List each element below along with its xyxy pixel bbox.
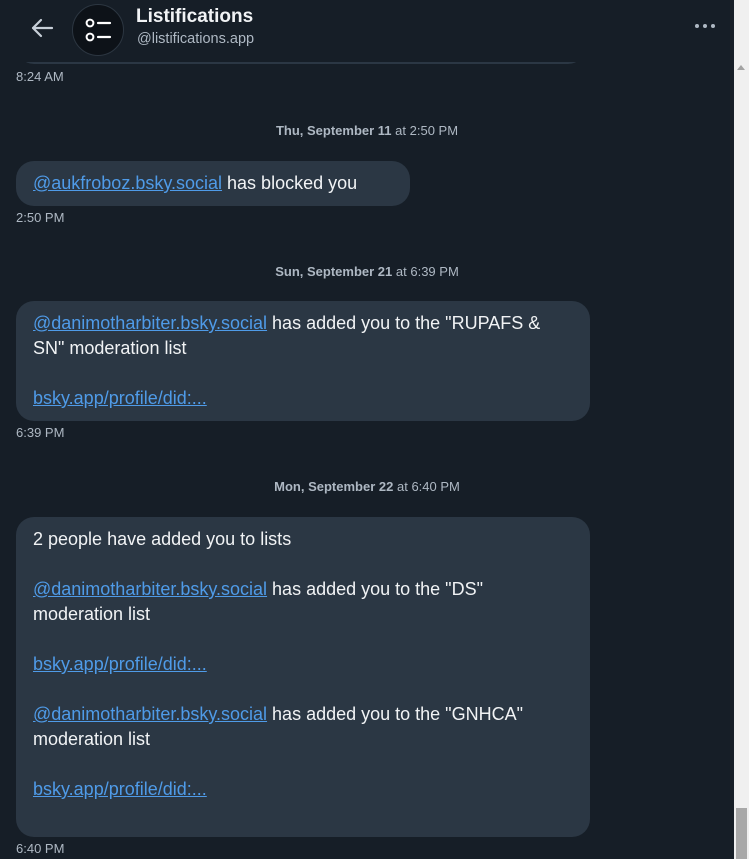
more-options-button[interactable] (692, 18, 718, 34)
message-timestamp: 6:39 PM (16, 425, 65, 440)
divider-date: Sun, September 21 (275, 264, 393, 279)
message-body: @danimotharbiter.bsky.social has added y… (33, 311, 573, 361)
message-intro: 2 people have added you to lists (33, 529, 292, 549)
message-timestamp: 2:50 PM (16, 210, 65, 225)
user-mention-link[interactable]: @aukfroboz.bsky.social (33, 173, 222, 193)
divider-connector: at (395, 264, 407, 279)
scrollbar-thumb[interactable] (736, 808, 747, 859)
divider-date: Thu, September 11 (275, 123, 392, 138)
divider-time: 6:40 PM (411, 479, 460, 494)
back-button[interactable] (28, 15, 56, 41)
divider-time: 6:39 PM (410, 264, 459, 279)
scroll-up-arrow-icon[interactable] (737, 65, 745, 70)
list-icon (85, 18, 112, 42)
message-timestamp: 6:40 PM (16, 841, 65, 856)
divider-connector: at (396, 479, 408, 494)
divider-connector: at (395, 123, 406, 138)
divider-time: 2:50 PM (409, 123, 459, 138)
message-bubble: @danimotharbiter.bsky.social has added y… (16, 301, 590, 421)
avatar[interactable] (72, 4, 124, 56)
ellipsis-icon (695, 24, 715, 28)
arrow-left-icon (31, 18, 54, 38)
chat-handle: @listifications.app (137, 31, 255, 47)
scrollbar[interactable] (734, 0, 749, 859)
profile-link[interactable]: bsky.app/profile/did:... (33, 779, 207, 799)
message-bubble: @aukfroboz.bsky.social has blocked you (16, 161, 410, 206)
message-timestamp: 8:24 AM (16, 69, 64, 84)
user-mention-link[interactable]: @danimotharbiter.bsky.social (33, 579, 267, 599)
date-divider: Thu, September 11 at 2:50 PM (16, 123, 718, 138)
list-entry: @danimotharbiter.bsky.social has added y… (33, 577, 573, 627)
message-bubble: 2 people have added you to lists @danimo… (16, 517, 590, 837)
user-mention-link[interactable]: @danimotharbiter.bsky.social (33, 313, 267, 333)
user-mention-link[interactable]: @danimotharbiter.bsky.social (33, 704, 267, 724)
date-divider: Sun, September 21 at 6:39 PM (16, 264, 718, 279)
divider-date: Mon, September 22 (274, 479, 394, 494)
profile-link[interactable]: bsky.app/profile/did:... (33, 654, 207, 674)
date-divider: Mon, September 22 at 6:40 PM (16, 479, 718, 494)
conversation-header: Listifications @listifications.app (0, 0, 734, 62)
list-entry: @danimotharbiter.bsky.social has added y… (33, 702, 573, 752)
message-text: has blocked you (222, 173, 358, 193)
profile-link[interactable]: bsky.app/profile/did:... (33, 388, 207, 408)
chat-title: Listifications (136, 6, 254, 27)
